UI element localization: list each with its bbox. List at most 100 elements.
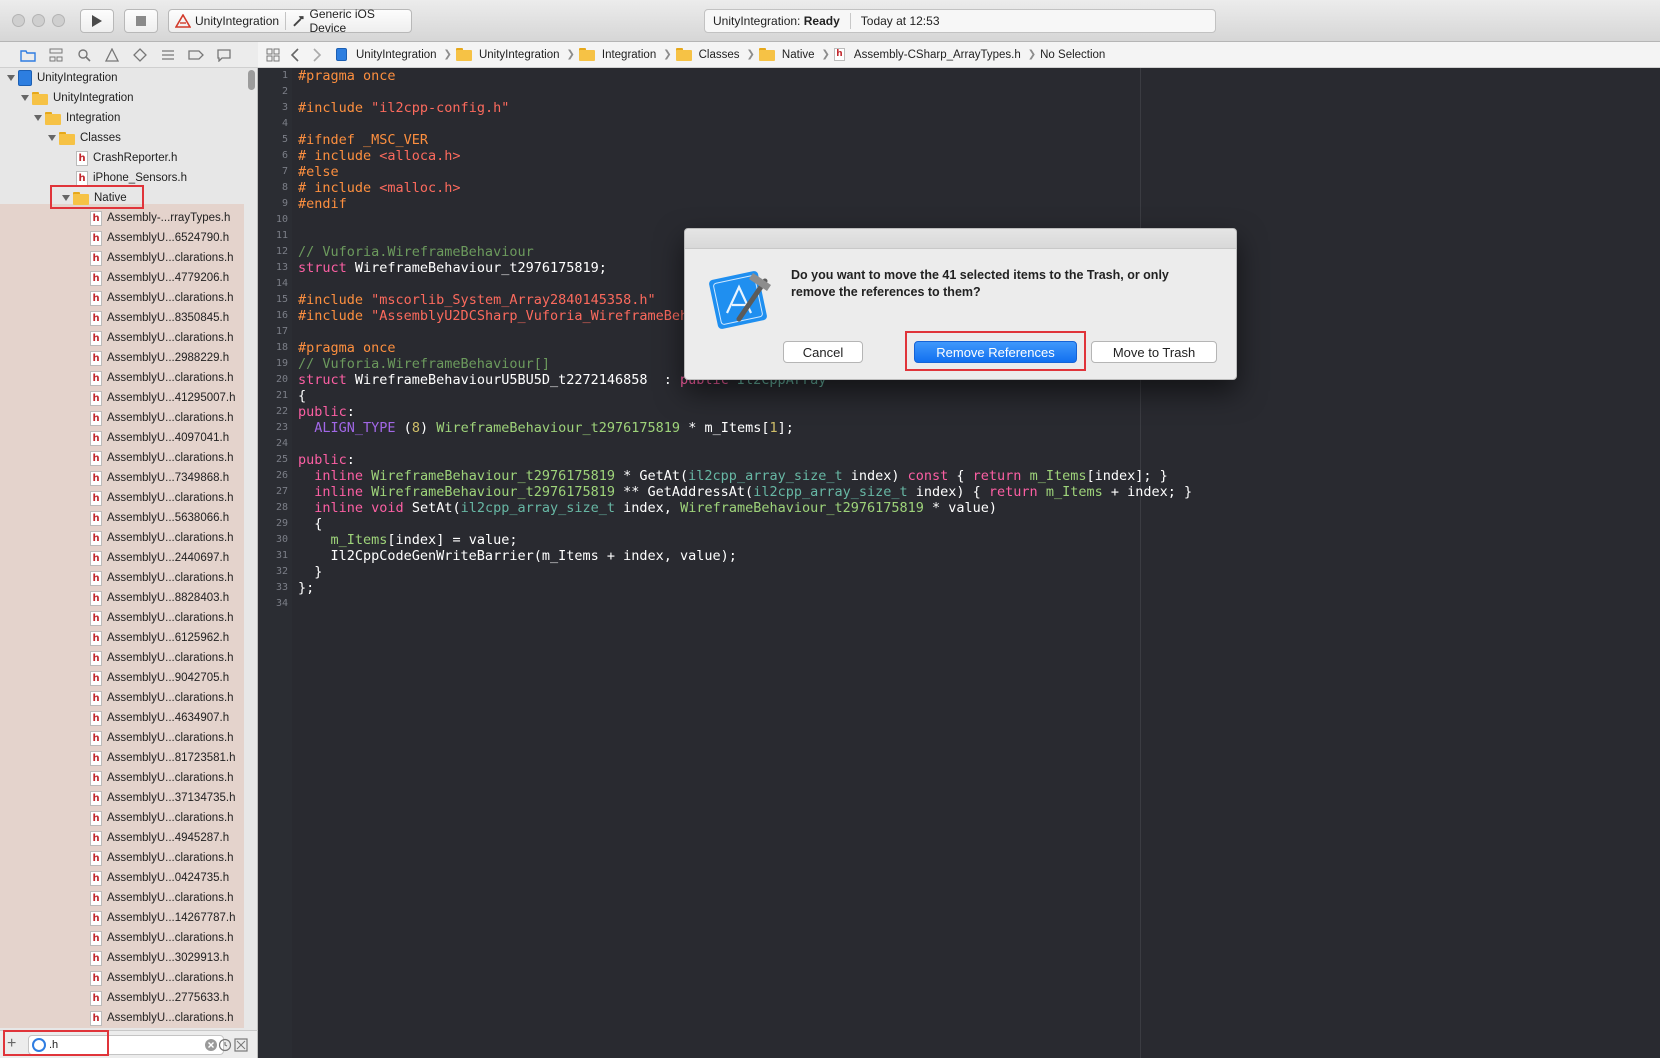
tree-item-file[interactable]: h AssemblyU...6524790.h <box>0 228 248 248</box>
tree-item-file[interactable]: h AssemblyU...4779206.h <box>0 268 248 288</box>
tree-item-file[interactable]: h AssemblyU...7349868.h <box>0 468 248 488</box>
disclosure-triangle-icon[interactable] <box>6 73 16 83</box>
tree-item-file[interactable]: h AssemblyU...4097041.h <box>0 428 248 448</box>
related-items-button[interactable] <box>262 45 284 65</box>
scheme-destination[interactable]: Generic iOS Device <box>292 7 411 35</box>
tree-item-file[interactable]: h AssemblyU...8350845.h <box>0 308 248 328</box>
tree-item-file[interactable]: h AssemblyU...14267787.h <box>0 908 248 928</box>
tree-item-file[interactable]: h AssemblyU...clarations.h <box>0 368 248 388</box>
code-line[interactable]: ALIGN_TYPE (8) WireframeBehaviour_t29761… <box>298 420 794 436</box>
tree-item-file[interactable]: h AssemblyU...clarations.h <box>0 648 248 668</box>
code-line[interactable]: #pragma once <box>298 68 396 84</box>
code-line[interactable]: // Vuforia.WireframeBehaviour <box>298 244 534 260</box>
tree-item-file[interactable]: h AssemblyU...clarations.h <box>0 408 248 428</box>
tree-item-file[interactable]: h AssemblyU...6125962.h <box>0 628 248 648</box>
tree-item-file[interactable]: h AssemblyU...clarations.h <box>0 1008 248 1028</box>
code-line[interactable]: struct WireframeBehaviour_t2976175819; <box>298 260 607 276</box>
code-line[interactable]: }; <box>298 580 314 596</box>
run-button[interactable] <box>80 9 114 33</box>
tree-item-file[interactable]: h AssemblyU...clarations.h <box>0 328 248 348</box>
breadcrumb-selection[interactable]: No Selection <box>1040 49 1105 61</box>
code-line[interactable]: #ifndef _MSC_VER <box>298 132 428 148</box>
code-line[interactable]: Il2CppCodeGenWriteBarrier(m_Items + inde… <box>298 548 737 564</box>
code-line[interactable]: public: <box>298 452 355 468</box>
tree-item-file[interactable]: h AssemblyU...clarations.h <box>0 848 248 868</box>
tree-item-file[interactable]: h AssemblyU...2775633.h <box>0 988 248 1008</box>
tree-item-file[interactable]: h AssemblyU...clarations.h <box>0 488 248 508</box>
breadcrumb-classes[interactable]: Classes <box>675 48 740 61</box>
source-editor[interactable]: #pragma once #include "il2cpp-config.h" #i… <box>292 68 1660 1058</box>
tree-item-group-unityintegration[interactable]: UnityIntegration <box>0 88 248 108</box>
tree-item-file[interactable]: h AssemblyU...clarations.h <box>0 688 248 708</box>
code-line[interactable]: # include <malloc.h> <box>298 180 461 196</box>
forward-button[interactable] <box>306 45 328 65</box>
tree-item-file[interactable]: h AssemblyU...37134735.h <box>0 788 248 808</box>
tree-item-file[interactable]: h AssemblyU...clarations.h <box>0 448 248 468</box>
disclosure-triangle-icon[interactable] <box>47 133 57 143</box>
test-navigator-tab[interactable] <box>126 45 154 65</box>
code-line[interactable]: # include <alloca.h> <box>298 148 461 164</box>
tree-item-file[interactable]: h AssemblyU...clarations.h <box>0 248 248 268</box>
tree-item-file[interactable]: h Assembly-...rrayTypes.h <box>0 208 248 228</box>
code-line[interactable]: inline void SetAt(il2cpp_array_size_t in… <box>298 500 997 516</box>
tree-item-file[interactable]: h AssemblyU...2988229.h <box>0 348 248 368</box>
tree-item-file[interactable]: h AssemblyU...clarations.h <box>0 728 248 748</box>
code-line[interactable]: } <box>298 564 322 580</box>
tree-item-file[interactable]: h AssemblyU...0424735.h <box>0 868 248 888</box>
tree-item-file[interactable]: h AssemblyU...clarations.h <box>0 888 248 908</box>
scheme-target[interactable]: UnityIntegration <box>175 14 279 28</box>
tree-item-file[interactable]: h AssemblyU...81723581.h <box>0 748 248 768</box>
code-line[interactable]: #else <box>298 164 339 180</box>
tree-item-file[interactable]: h AssemblyU...3029913.h <box>0 948 248 968</box>
project-navigator-tab[interactable] <box>14 45 42 65</box>
code-line[interactable]: #endif <box>298 196 347 212</box>
tree-item-file[interactable]: h AssemblyU...clarations.h <box>0 808 248 828</box>
code-line[interactable]: #include "mscorlib_System_Array284014535… <box>298 292 656 308</box>
breadcrumb-group[interactable]: UnityIntegration <box>455 48 559 61</box>
tree-item-file[interactable]: h AssemblyU...clarations.h <box>0 568 248 588</box>
breakpoint-navigator-tab[interactable] <box>182 45 210 65</box>
code-line[interactable]: { <box>298 388 306 404</box>
stop-button[interactable] <box>124 9 158 33</box>
code-line[interactable]: // Vuforia.WireframeBehaviour[] <box>298 356 550 372</box>
breadcrumb-integration[interactable]: Integration <box>578 48 656 61</box>
code-line[interactable]: inline WireframeBehaviour_t2976175819 * … <box>298 468 1168 484</box>
code-line[interactable]: public: <box>298 404 355 420</box>
breadcrumb-project[interactable]: UnityIntegration <box>336 48 437 61</box>
modified-files-icon[interactable] <box>234 1038 248 1052</box>
breadcrumb-native[interactable]: Native <box>758 48 815 61</box>
tree-item-file[interactable]: h AssemblyU...clarations.h <box>0 928 248 948</box>
code-line[interactable]: m_Items[index] = value; <box>298 532 518 548</box>
breadcrumb-file[interactable]: h Assembly-CSharp_ArrayTypes.h <box>833 48 1021 61</box>
minimize-window-button[interactable] <box>32 14 45 27</box>
zoom-window-button[interactable] <box>52 14 65 27</box>
clear-filter-icon[interactable] <box>204 1038 218 1052</box>
tree-item-file[interactable]: h AssemblyU...clarations.h <box>0 608 248 628</box>
tree-item-file[interactable]: h AssemblyU...5638066.h <box>0 508 248 528</box>
close-window-button[interactable] <box>12 14 25 27</box>
report-navigator-tab[interactable] <box>210 45 238 65</box>
code-line[interactable]: #include "il2cpp-config.h" <box>298 100 509 116</box>
back-button[interactable] <box>284 45 306 65</box>
tree-item-project-root[interactable]: UnityIntegration <box>0 68 248 88</box>
move-to-trash-button[interactable]: Move to Trash <box>1091 341 1217 363</box>
tree-item-file[interactable]: h AssemblyU...41295007.h <box>0 388 248 408</box>
tree-item-file[interactable]: h AssemblyU...8828403.h <box>0 588 248 608</box>
code-line[interactable]: #pragma once <box>298 340 396 356</box>
disclosure-triangle-icon[interactable] <box>33 113 43 123</box>
find-navigator-tab[interactable] <box>70 45 98 65</box>
code-line[interactable]: inline WireframeBehaviour_t2976175819 **… <box>298 484 1192 500</box>
tree-item-file-crashreporter[interactable]: h CrashReporter.h <box>0 148 248 168</box>
disclosure-triangle-icon[interactable] <box>20 93 30 103</box>
debug-navigator-tab[interactable] <box>154 45 182 65</box>
cancel-button[interactable]: Cancel <box>783 341 863 363</box>
code-line[interactable]: { <box>298 516 322 532</box>
issue-navigator-tab[interactable] <box>98 45 126 65</box>
symbol-navigator-tab[interactable] <box>42 45 70 65</box>
tree-item-group-integration[interactable]: Integration <box>0 108 248 128</box>
scheme-selector[interactable]: UnityIntegration Generic iOS Device <box>168 7 412 35</box>
recent-files-icon[interactable] <box>218 1038 232 1052</box>
tree-item-file[interactable]: h AssemblyU...4634907.h <box>0 708 248 728</box>
tree-item-file[interactable]: h AssemblyU...9042705.h <box>0 668 248 688</box>
tree-item-group-classes[interactable]: Classes <box>0 128 248 148</box>
